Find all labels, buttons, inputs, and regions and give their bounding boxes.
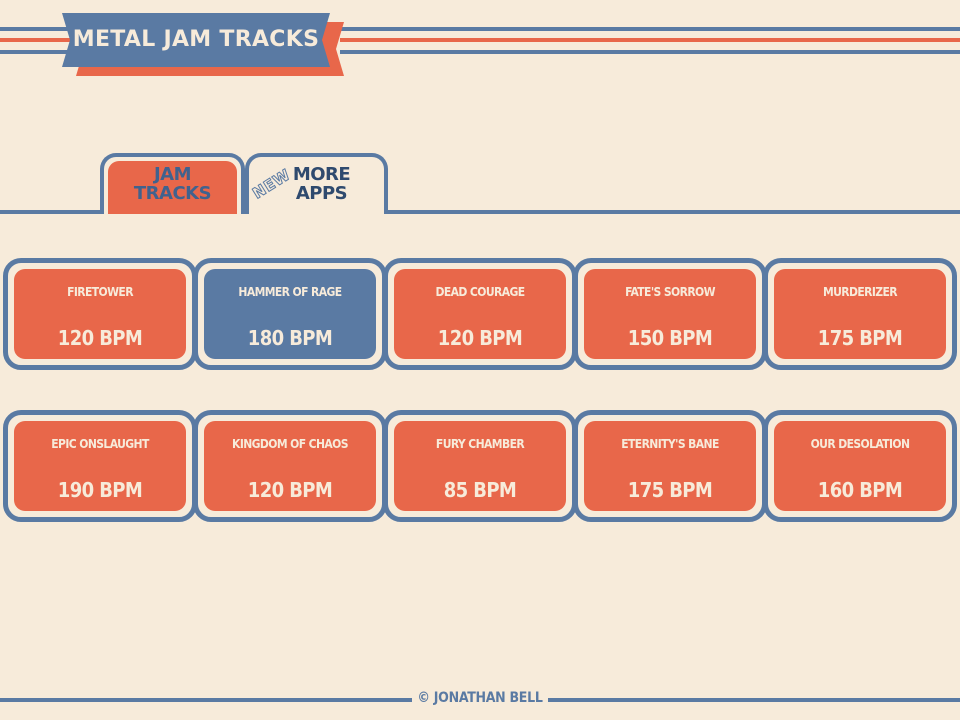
footer-credit: © JONATHAN BELL bbox=[417, 690, 543, 706]
new-badge: NEW bbox=[249, 165, 294, 203]
track-bpm: 175 BPM bbox=[627, 478, 713, 502]
track-name: KINGDOM OF CHAOS bbox=[232, 437, 348, 451]
track-button-face: DEAD COURAGE 120 BPM bbox=[394, 269, 566, 359]
track-bpm: 85 BPM bbox=[443, 478, 517, 502]
track-button[interactable]: DEAD COURAGE 120 BPM bbox=[383, 258, 577, 370]
track-button[interactable]: ETERNITY'S BANE 175 BPM bbox=[573, 410, 767, 522]
track-bpm: 150 BPM bbox=[627, 326, 713, 350]
track-name: MURDERIZER bbox=[822, 285, 898, 299]
tab-jam-tracks[interactable]: JAM TRACKS bbox=[100, 153, 245, 214]
track-bpm: 190 BPM bbox=[57, 478, 143, 502]
track-name: FATE'S SORROW bbox=[625, 285, 715, 299]
track-button-face: KINGDOM OF CHAOS 120 BPM bbox=[204, 421, 376, 511]
track-button[interactable]: MURDERIZER 175 BPM bbox=[763, 258, 957, 370]
track-bpm: 180 BPM bbox=[247, 326, 333, 350]
track-button[interactable]: FURY CHAMBER 85 BPM bbox=[383, 410, 577, 522]
track-button[interactable]: OUR DESOLATION 160 BPM bbox=[763, 410, 957, 522]
track-button[interactable]: HAMMER OF RAGE 180 BPM bbox=[193, 258, 387, 370]
track-bpm: 120 BPM bbox=[57, 326, 143, 350]
track-name: OUR DESOLATION bbox=[810, 437, 910, 451]
title-banner: METAL JAM TRACKS bbox=[62, 13, 344, 76]
app-title: METAL JAM TRACKS bbox=[72, 27, 320, 52]
track-button-face: HAMMER OF RAGE 180 BPM bbox=[204, 269, 376, 359]
track-name: HAMMER OF RAGE bbox=[238, 285, 342, 299]
track-name: EPIC ONSLAUGHT bbox=[51, 437, 149, 451]
track-bpm: 175 BPM bbox=[817, 326, 903, 350]
track-name: FURY CHAMBER bbox=[435, 437, 525, 451]
footer-line-left bbox=[0, 698, 412, 702]
track-bpm: 120 BPM bbox=[247, 478, 333, 502]
track-bpm: 120 BPM bbox=[437, 326, 523, 350]
track-name: FIRETOWER bbox=[67, 285, 133, 299]
track-name: ETERNITY'S BANE bbox=[621, 437, 719, 451]
track-button-face: MURDERIZER 175 BPM bbox=[774, 269, 946, 359]
track-button-face: FURY CHAMBER 85 BPM bbox=[394, 421, 566, 511]
tab-more-apps[interactable]: NEW MORE APPS bbox=[245, 153, 388, 214]
track-button-face: EPIC ONSLAUGHT 190 BPM bbox=[14, 421, 186, 511]
track-button-face: ETERNITY'S BANE 175 BPM bbox=[584, 421, 756, 511]
tab-jam-tracks-label: JAM TRACKS bbox=[133, 164, 212, 204]
footer-line-right bbox=[548, 698, 960, 702]
track-button[interactable]: KINGDOM OF CHAOS 120 BPM bbox=[193, 410, 387, 522]
track-button[interactable]: FIRETOWER 120 BPM bbox=[3, 258, 197, 370]
tab-more-apps-label: MORE APPS bbox=[292, 164, 351, 204]
track-button[interactable]: EPIC ONSLAUGHT 190 BPM bbox=[3, 410, 197, 522]
track-button-face: FIRETOWER 120 BPM bbox=[14, 269, 186, 359]
track-bpm: 160 BPM bbox=[817, 478, 903, 502]
track-button-face: FATE'S SORROW 150 BPM bbox=[584, 269, 756, 359]
track-button-face: OUR DESOLATION 160 BPM bbox=[774, 421, 946, 511]
track-button[interactable]: FATE'S SORROW 150 BPM bbox=[573, 258, 767, 370]
track-name: DEAD COURAGE bbox=[435, 285, 526, 299]
